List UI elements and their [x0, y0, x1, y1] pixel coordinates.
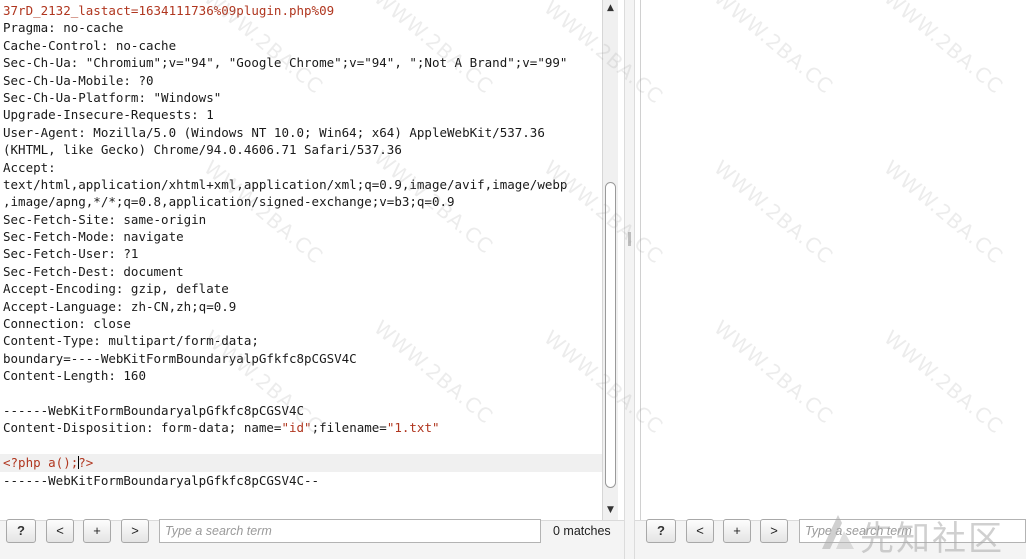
editor-token: Sec-Ch-Ua-Mobile: ?0	[3, 72, 154, 88]
editor-line[interactable]: ,image/apng,*/*;q=0.8,application/signed…	[3, 193, 601, 210]
editor-vertical-scrollbar[interactable]: ▲ ▼	[602, 0, 618, 520]
editor-line[interactable]: Pragma: no-cache	[3, 19, 601, 36]
editor-token: text/html,application/xhtml+xml,applicat…	[3, 176, 568, 192]
editor-token: Accept-Language: zh-CN,zh;q=0.9	[3, 298, 237, 314]
editor-line[interactable]: Sec-Fetch-Mode: navigate	[3, 228, 601, 245]
editor-token: <?php a();	[3, 455, 79, 471]
editor-token: User-Agent: Mozilla/5.0 (Windows NT 10.0…	[3, 124, 545, 140]
editor-token: ------WebKitFormBoundaryalpGfkfc8pCGSV4C	[3, 402, 305, 418]
editor-line[interactable]	[3, 385, 601, 402]
editor-token: Upgrade-Insecure-Requests: 1	[3, 107, 214, 123]
editor-line[interactable]: Accept:	[3, 159, 601, 176]
editor-line[interactable]: text/html,application/xhtml+xml,applicat…	[3, 176, 601, 193]
editor-token: Sec-Fetch-Dest: document	[3, 263, 184, 279]
editor-token: 37rD_2132_lastact=1634111736%09plugin.ph…	[3, 3, 335, 18]
right-next-button[interactable]: >	[760, 519, 788, 543]
editor-token: Pragma: no-cache	[3, 20, 124, 36]
request-editor-pane[interactable]: 37rD_2132_lastact=1634111736%09plugin.ph…	[0, 0, 602, 520]
editor-token: Sec-Ch-Ua-Platform: "Windows"	[3, 89, 222, 105]
editor-token: Connection: close	[3, 316, 131, 332]
editor-token: ,image/apng,*/*;q=0.8,application/signed…	[3, 194, 455, 210]
left-next-button[interactable]: >	[121, 519, 149, 543]
right-prev-button[interactable]: <	[686, 519, 714, 543]
editor-token: boundary=----WebKitFormBoundaryalpGfkfc8…	[3, 350, 357, 366]
splitter-grip-icon[interactable]	[628, 232, 631, 246]
editor-line[interactable]: Sec-Fetch-Dest: document	[3, 263, 601, 280]
editor-token: Sec-Fetch-User: ?1	[3, 246, 139, 262]
left-help-button[interactable]: ?	[6, 519, 36, 543]
xianzhi-logo-icon	[822, 515, 854, 549]
left-prev-button[interactable]: <	[46, 519, 74, 543]
editor-token: Accept-Encoding: gzip, deflate	[3, 281, 229, 297]
editor-token: ;filename=	[311, 420, 387, 436]
editor-line[interactable]: Content-Disposition: form-data; name="id…	[3, 419, 601, 436]
editor-line[interactable]: ------WebKitFormBoundaryalpGfkfc8pCGSV4C…	[3, 472, 601, 489]
editor-line[interactable]: User-Agent: Mozilla/5.0 (Windows NT 10.0…	[3, 124, 601, 141]
editor-token: Sec-Ch-Ua: "Chromium";v="94", "Google Ch…	[3, 55, 568, 71]
left-search-input[interactable]: Type a search term	[159, 519, 541, 543]
scroll-down-arrow-icon[interactable]: ▼	[605, 504, 616, 516]
editor-line[interactable]: Content-Type: multipart/form-data;	[3, 332, 601, 349]
editor-line-current[interactable]: <?php a();?>	[0, 454, 602, 472]
editor-token: Content-Length: 160	[3, 368, 146, 384]
scroll-up-arrow-icon[interactable]: ▲	[605, 2, 616, 14]
editor-line[interactable]: Sec-Ch-Ua-Platform: "Windows"	[3, 89, 601, 106]
editor-token: Content-Type: multipart/form-data;	[3, 333, 259, 349]
editor-line[interactable]: Content-Length: 160	[3, 367, 601, 384]
editor-line[interactable]: 37rD_2132_lastact=1634111736%09plugin.ph…	[3, 2, 601, 19]
editor-token: "1.txt"	[386, 420, 440, 436]
xianzhi-logo: 先知社区	[818, 509, 1026, 559]
editor-token: (KHTML, like Gecko) Chrome/94.0.4606.71 …	[3, 142, 402, 158]
editor-line[interactable]: Cache-Control: no-cache	[3, 37, 601, 54]
right-add-button[interactable]: +	[723, 519, 751, 543]
editor-line[interactable]: Connection: close	[3, 315, 601, 332]
logo-text: 先知社区	[860, 519, 1004, 559]
response-pane[interactable]	[640, 0, 1026, 520]
editor-line[interactable]: Sec-Fetch-User: ?1	[3, 245, 601, 262]
scrollbar-thumb[interactable]	[605, 182, 616, 488]
editor-line[interactable]: Sec-Ch-Ua: "Chromium";v="94", "Google Ch…	[3, 54, 601, 71]
editor-line[interactable]: Sec-Ch-Ua-Mobile: ?0	[3, 72, 601, 89]
editor-token: Cache-Control: no-cache	[3, 37, 177, 53]
match-count: 0 matches	[553, 524, 611, 538]
editor-line[interactable]: ------WebKitFormBoundaryalpGfkfc8pCGSV4C	[3, 402, 601, 419]
editor-line[interactable]	[3, 437, 601, 454]
editor-line[interactable]: boundary=----WebKitFormBoundaryalpGfkfc8…	[3, 350, 601, 367]
left-add-button[interactable]: +	[83, 519, 111, 543]
editor-token: ------WebKitFormBoundaryalpGfkfc8pCGSV4C…	[3, 472, 320, 488]
editor-line[interactable]: (KHTML, like Gecko) Chrome/94.0.4606.71 …	[3, 141, 601, 158]
editor-line[interactable]: Accept-Language: zh-CN,zh;q=0.9	[3, 298, 601, 315]
editor-token: "id"	[281, 420, 312, 436]
editor-token: Sec-Fetch-Site: same-origin	[3, 211, 207, 227]
editor-token: Accept:	[3, 159, 56, 175]
editor-line[interactable]: Accept-Encoding: gzip, deflate	[3, 280, 601, 297]
editor-line[interactable]: Sec-Fetch-Site: same-origin	[3, 211, 601, 228]
editor-token: Content-Disposition: form-data; name=	[3, 420, 282, 436]
editor-line[interactable]: Upgrade-Insecure-Requests: 1	[3, 106, 601, 123]
pane-splitter[interactable]	[624, 0, 635, 559]
right-help-button[interactable]: ?	[646, 519, 676, 543]
editor-token: Sec-Fetch-Mode: navigate	[3, 229, 184, 245]
editor-token: ?>	[78, 455, 94, 471]
request-editor[interactable]: 37rD_2132_lastact=1634111736%09plugin.ph…	[0, 2, 602, 489]
